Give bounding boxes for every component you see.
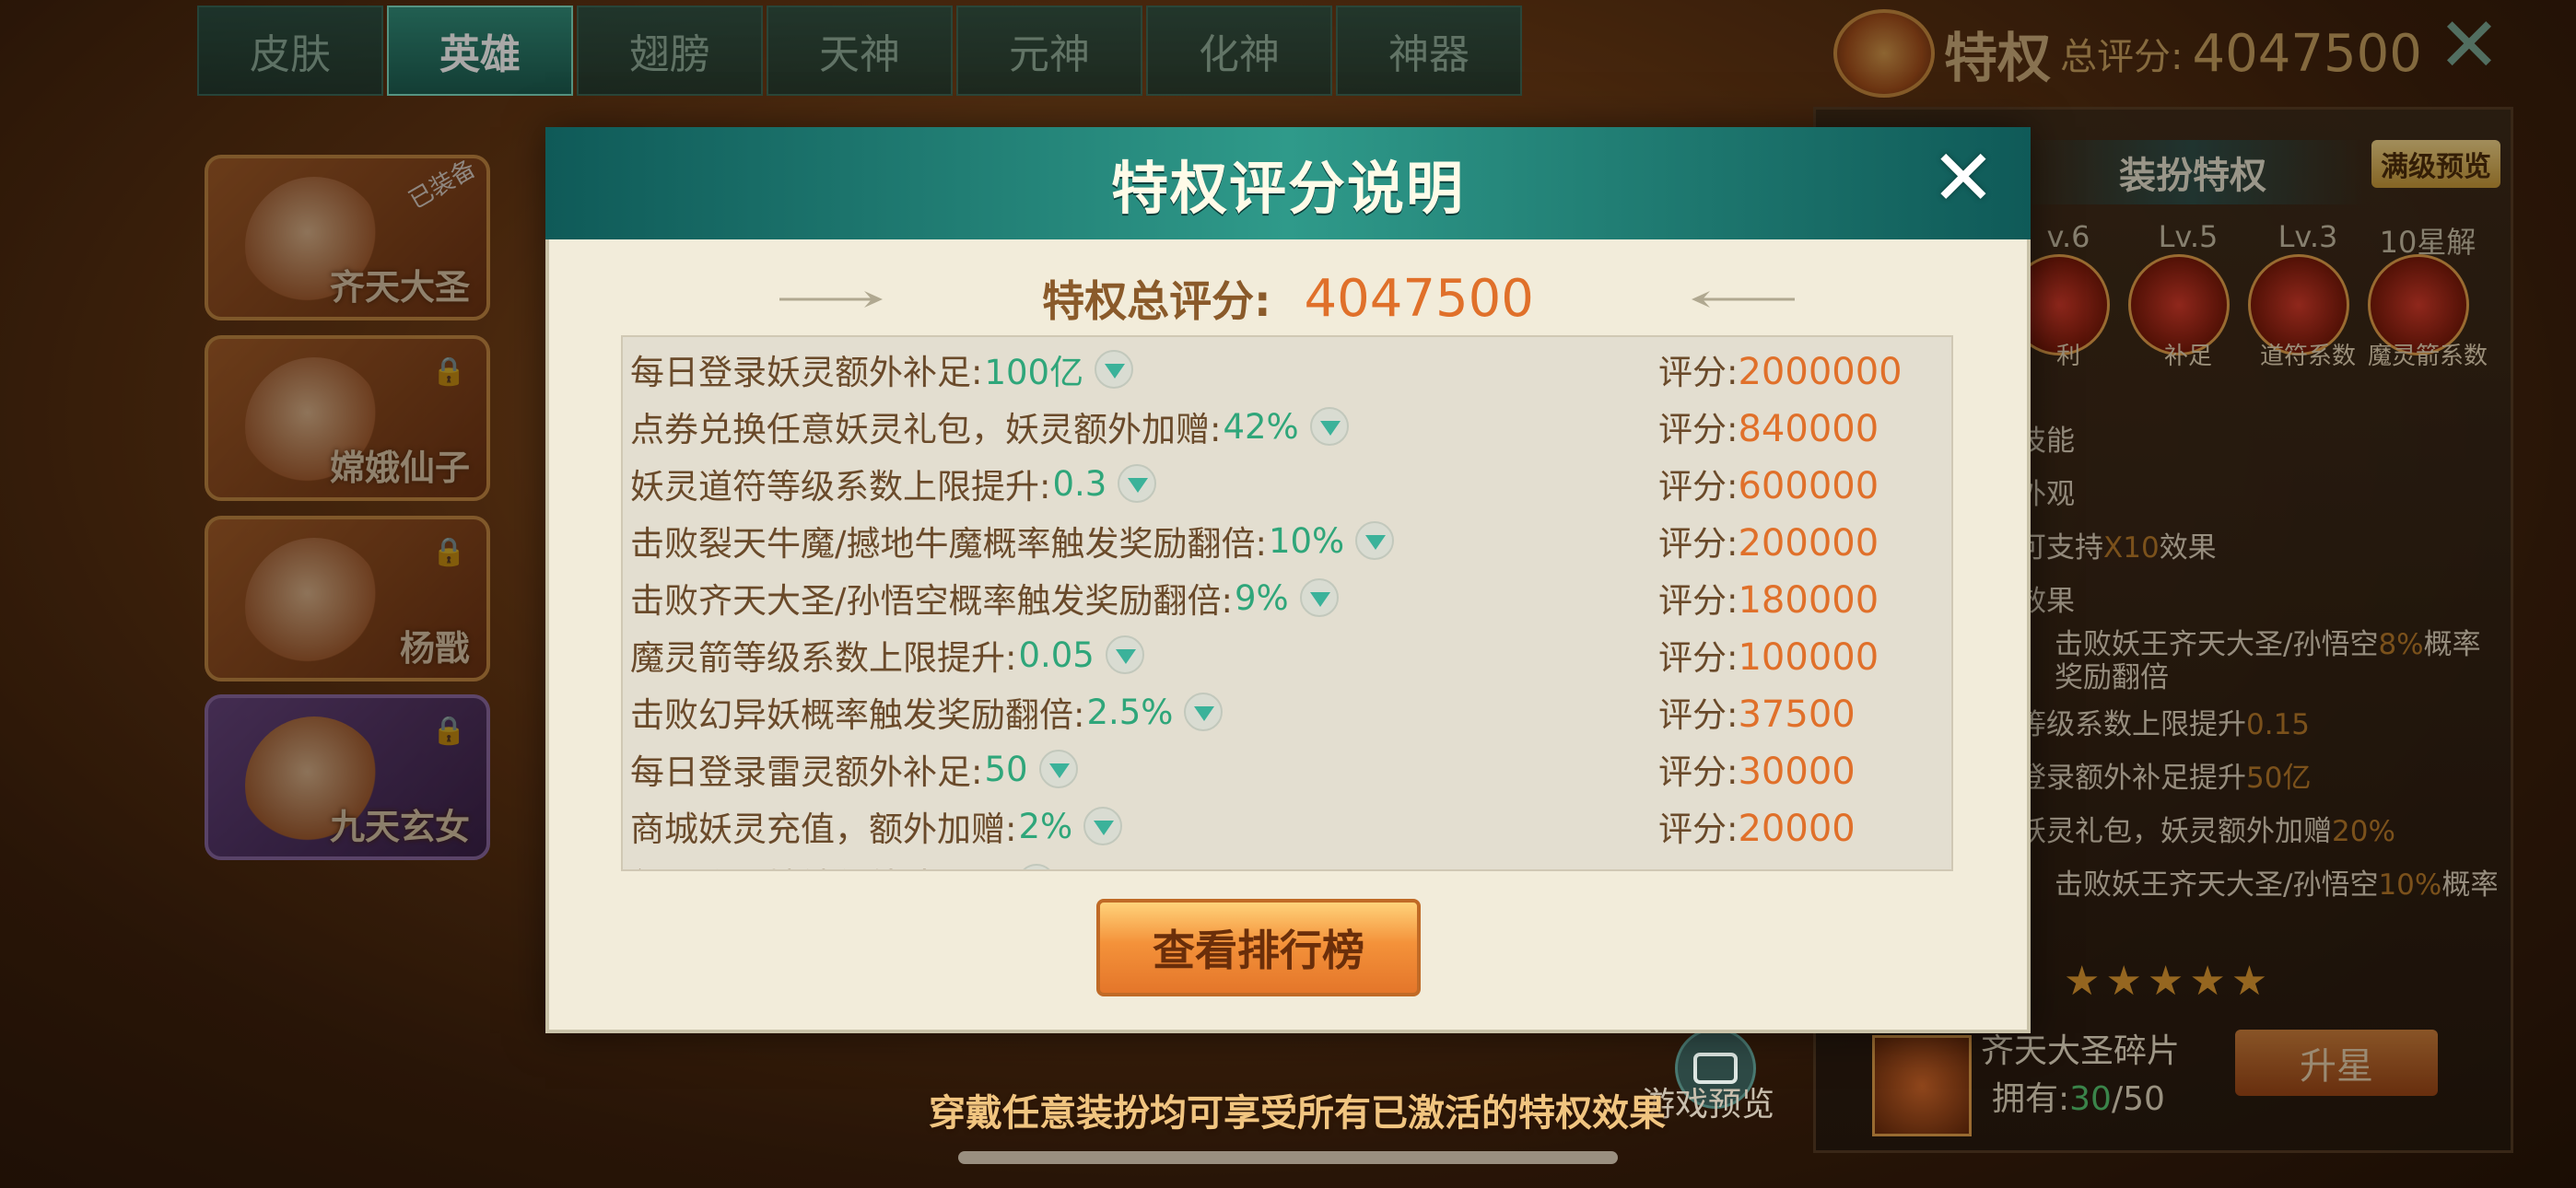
list-item: 每日登录妖灵额外补足: 100亿 评分:2000000 (630, 350, 1903, 393)
list-item: 每日登录精神额外补足:3 评分:15000 (623, 855, 1951, 869)
expand-triangle-icon[interactable] (1095, 350, 1134, 389)
expand-triangle-icon[interactable] (1017, 864, 1057, 869)
expand-triangle-icon[interactable] (1309, 407, 1349, 446)
dialog-title: 特权评分说明 (1110, 155, 1465, 222)
list-item: 击败裂天牛魔/撼地牛魔概率触发奖励翻倍: 10% 评分:200000 (630, 520, 1879, 565)
expand-triangle-icon[interactable] (1184, 693, 1224, 731)
total-score-value: 4047500 (1304, 268, 1534, 329)
score-breakdown-list[interactable]: 每日登录妖灵额外补足: 100亿 评分:2000000 点券兑换任意妖灵礼包，妖灵… (621, 335, 1953, 871)
expand-triangle-icon[interactable] (1355, 521, 1395, 560)
view-leaderboard-button[interactable]: 查看排行榜 (1096, 899, 1421, 996)
close-icon[interactable]: ✕ (1929, 133, 1997, 223)
expand-triangle-icon[interactable] (1083, 807, 1123, 845)
home-indicator[interactable] (958, 1151, 1618, 1164)
bottom-hint: 穿戴任意装扮均可享受所有已激活的特权效果 (929, 1092, 1666, 1135)
list-item: 商城妖灵充值，额外加赠: 2% 评分:20000 (630, 806, 1856, 851)
list-item: 击败幻异妖概率触发奖励翻倍: 2.5% 评分:37500 (630, 692, 1856, 737)
expand-triangle-icon[interactable] (1038, 750, 1078, 788)
expand-triangle-icon[interactable] (1105, 635, 1144, 674)
list-item: 击败齐天大圣/孙悟空概率触发奖励翻倍: 9% 评分:180000 (630, 577, 1879, 623)
expand-triangle-icon[interactable] (1299, 578, 1339, 617)
list-item: 点券兑换任意妖灵礼包，妖灵额外加赠: 42% 评分:840000 (630, 406, 1879, 451)
total-score-row: 特权总评分: 4047500 (545, 262, 2031, 335)
total-score-label: 特权总评分: (1042, 276, 1271, 326)
list-item: 每日登录雷灵额外补足: 50 评分:30000 (630, 749, 1856, 794)
list-item: 妖灵道符等级系数上限提升: 0.3 评分:600000 (630, 463, 1879, 508)
list-item: 魔灵箭等级系数上限提升: 0.05 评分:100000 (630, 635, 1879, 680)
expand-triangle-icon[interactable] (1118, 464, 1157, 503)
